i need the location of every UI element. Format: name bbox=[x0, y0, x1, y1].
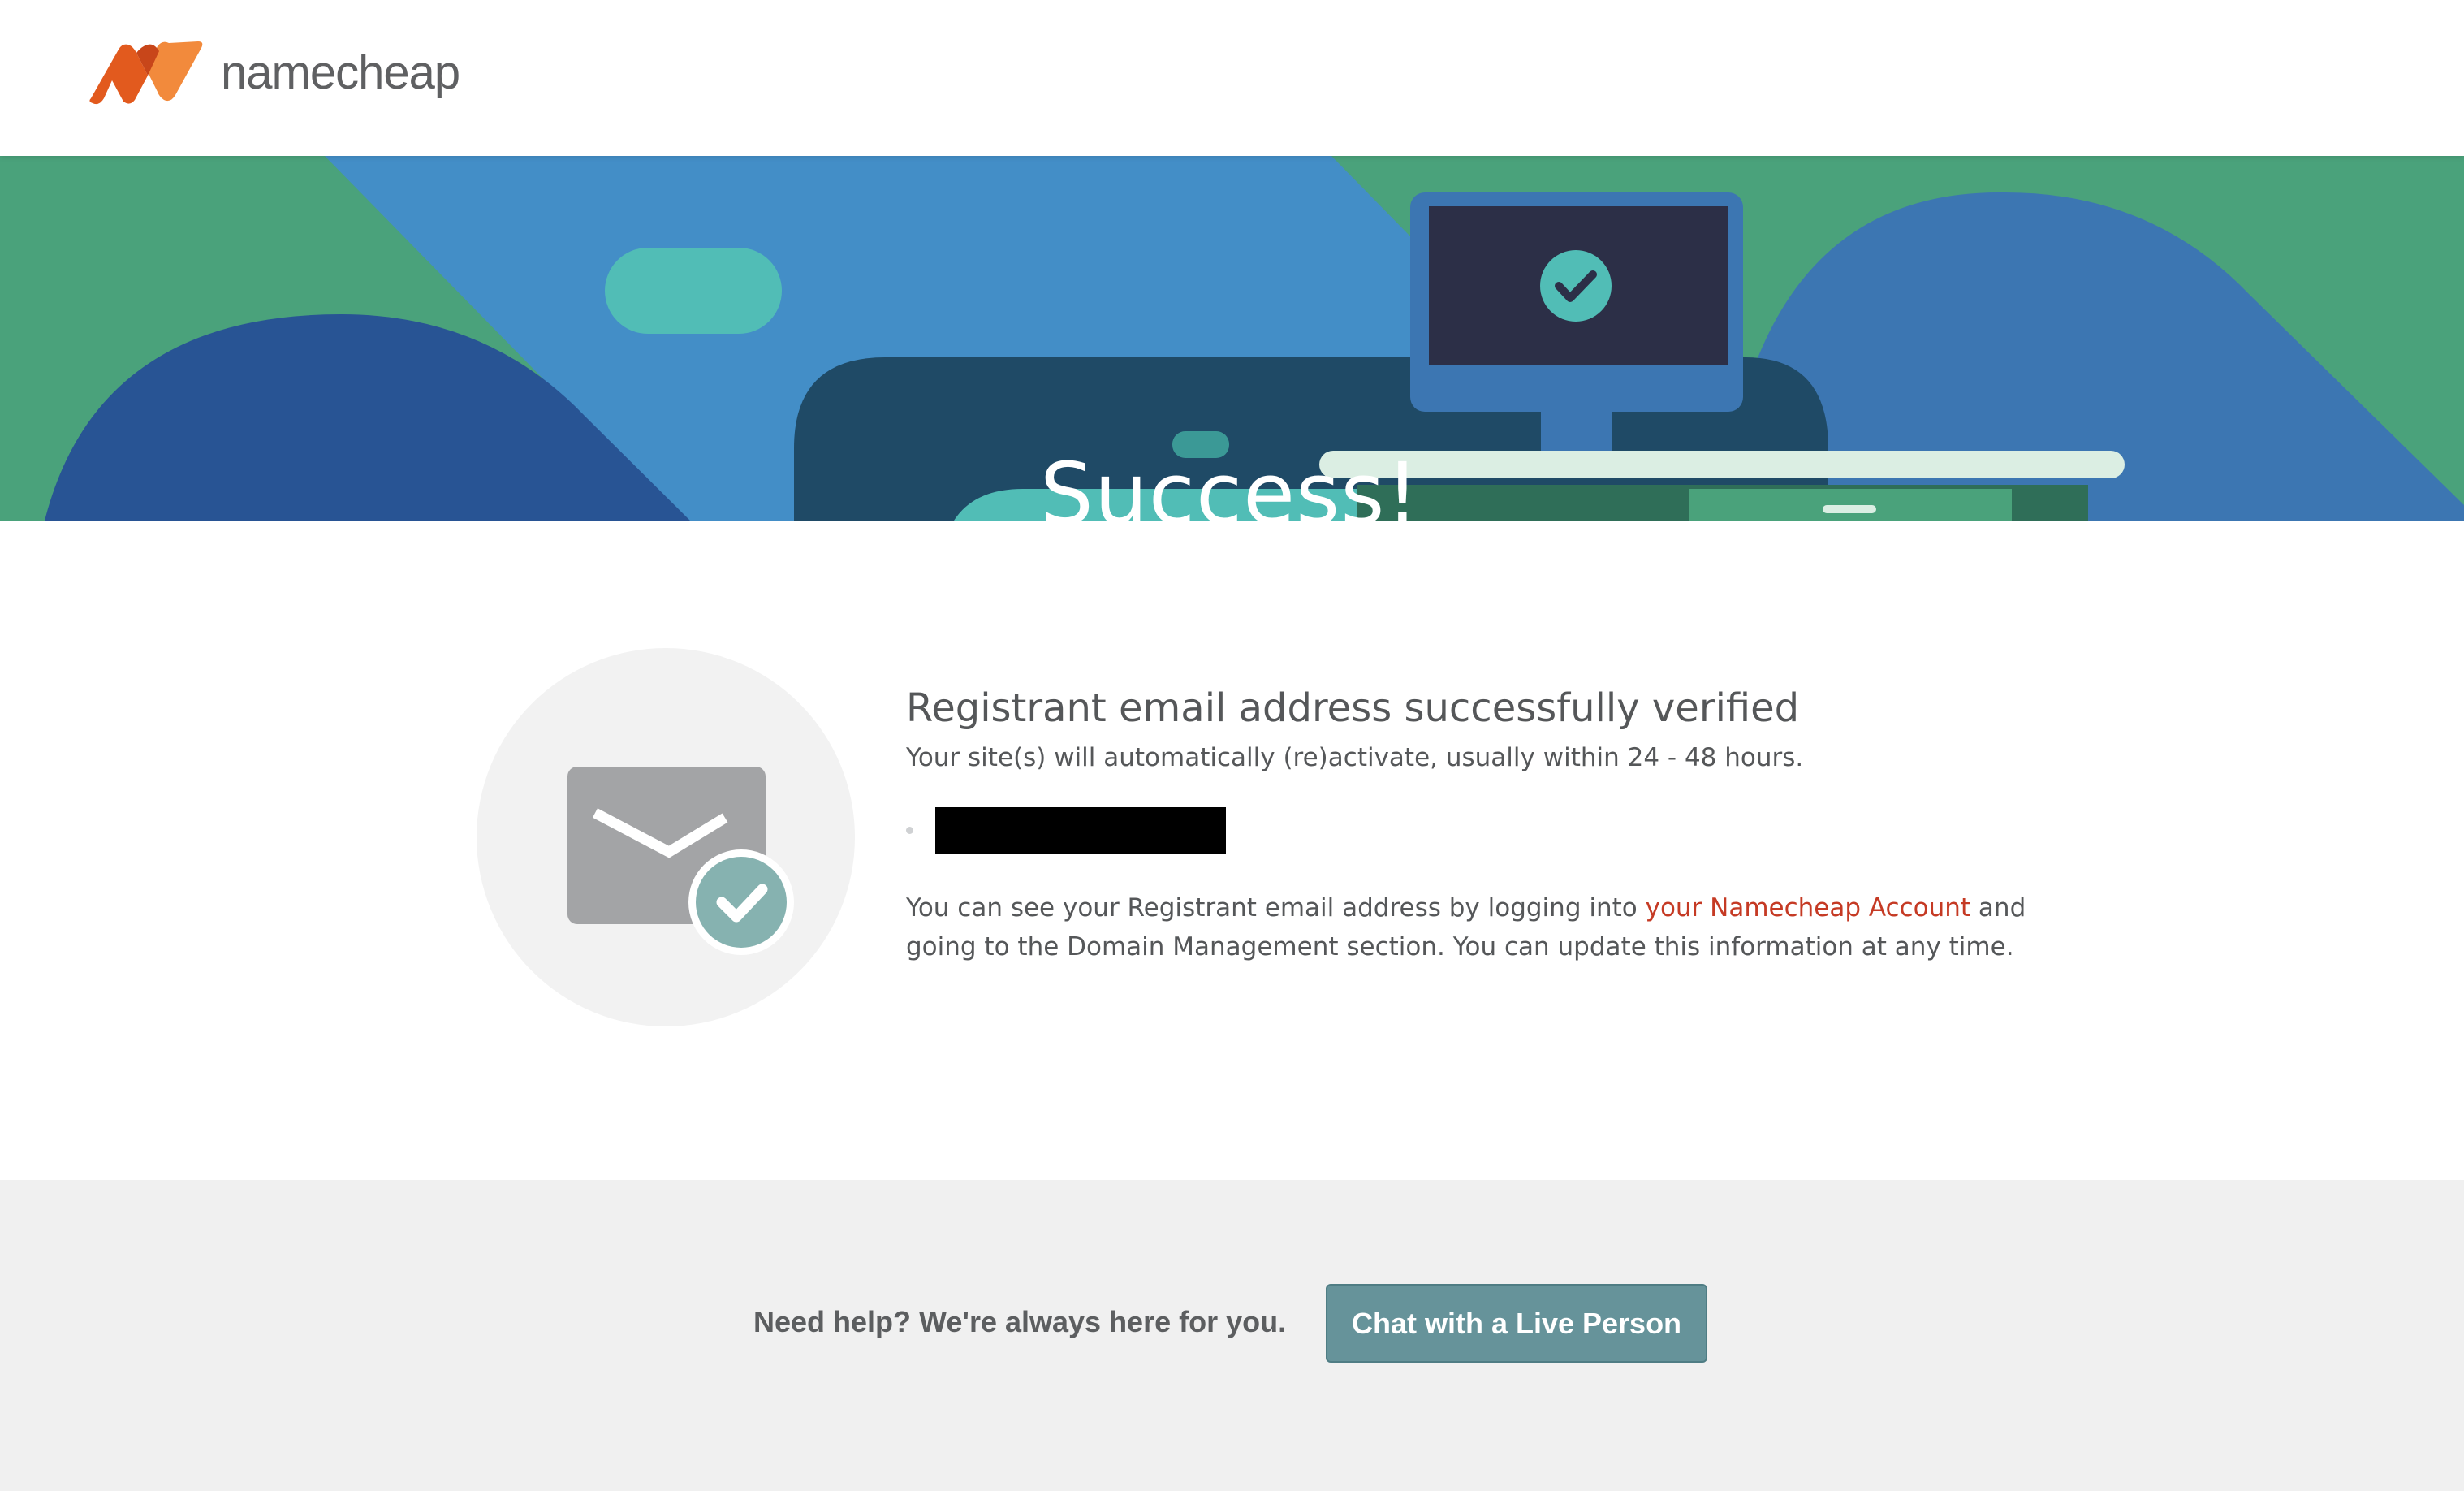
page-title: Success! bbox=[1039, 444, 1421, 521]
verification-heading: Registrant email address successfully ve… bbox=[906, 685, 1800, 731]
chat-live-person-button[interactable]: Chat with a Live Person bbox=[1326, 1284, 1707, 1363]
verification-message: Registrant email address successfully ve… bbox=[906, 682, 2026, 966]
success-hero-banner: Success! bbox=[0, 156, 2464, 521]
namecheap-logo[interactable]: namecheap bbox=[88, 36, 460, 109]
reactivation-note: Your site(s) will automatically (re)acti… bbox=[906, 743, 1804, 772]
namecheap-n-logo-icon bbox=[89, 41, 203, 105]
redacted-domain bbox=[935, 806, 1226, 854]
namecheap-account-link[interactable]: your Namecheap Account bbox=[1646, 893, 1970, 923]
info-text-start: You can see your Registrant email addres… bbox=[906, 893, 1646, 923]
domain-list bbox=[906, 806, 2026, 854]
bullet bbox=[906, 826, 913, 834]
email-verified-icon bbox=[477, 648, 855, 1026]
logo-wordmark: namecheap bbox=[221, 45, 460, 99]
help-text: Need help? We're always here for you. bbox=[753, 1305, 1287, 1338]
site-header: namecheap bbox=[0, 0, 2464, 156]
account-info-text: You can see your Registrant email addres… bbox=[906, 888, 2026, 966]
list-item bbox=[906, 806, 2026, 854]
